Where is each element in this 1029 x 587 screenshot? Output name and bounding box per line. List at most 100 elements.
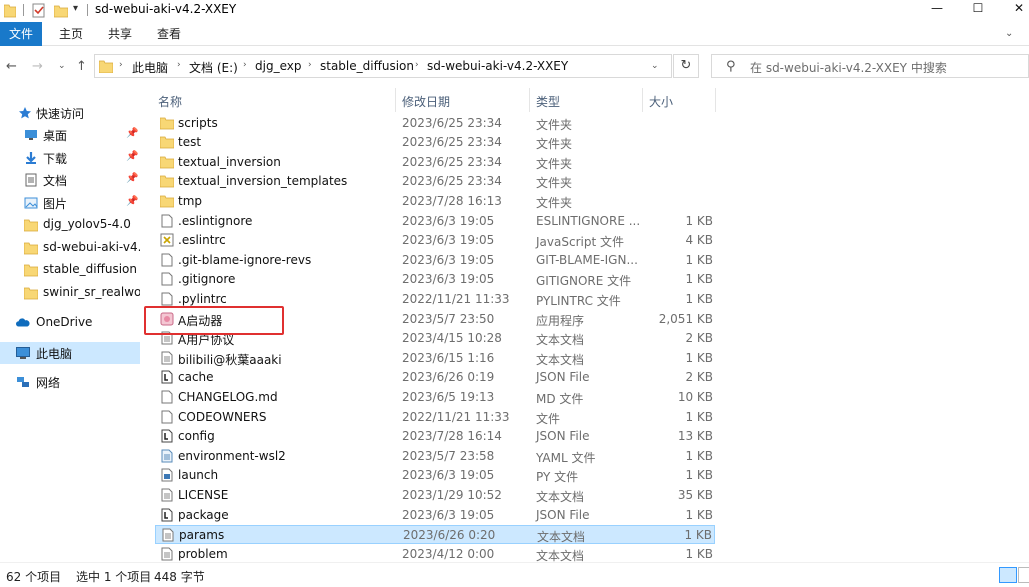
file-name[interactable]: package bbox=[178, 508, 229, 522]
nav-item[interactable]: 图片 📌 bbox=[0, 192, 140, 214]
tab-home[interactable]: 主页 bbox=[59, 22, 83, 46]
details-view-button[interactable] bbox=[999, 567, 1017, 583]
file-row[interactable]: package 2023/6/3 19:05 JSON File 1 KB bbox=[155, 506, 715, 525]
column-divider[interactable] bbox=[715, 88, 716, 112]
back-button[interactable]: ← bbox=[6, 59, 17, 74]
nav-item[interactable]: swinir_sr_realworld bbox=[0, 282, 140, 304]
breadcrumb-drive-e[interactable]: 文档 (E:) bbox=[189, 59, 238, 76]
customize-toolbar-icon[interactable]: ▾ bbox=[73, 3, 78, 14]
file-row[interactable]: config 2023/7/28 16:14 JSON File 13 KB bbox=[155, 427, 715, 446]
nav-item[interactable]: 桌面 📌 bbox=[0, 124, 140, 146]
column-divider[interactable] bbox=[529, 88, 530, 112]
tab-share[interactable]: 共享 bbox=[108, 22, 132, 46]
minimize-button[interactable]: — bbox=[914, 0, 960, 18]
file-name[interactable]: launch bbox=[178, 468, 218, 482]
column-header-name[interactable]: 名称 bbox=[158, 93, 182, 110]
file-row[interactable]: .gitignore 2023/6/3 19:05 GITIGNORE 文件 1 KB bbox=[155, 270, 715, 289]
file-type: ESLINTIGNORE ... bbox=[536, 213, 641, 228]
file-row[interactable]: CODEOWNERS 2022/11/21 11:33 文件 1 KB bbox=[155, 408, 715, 427]
breadcrumb-djg-exp[interactable]: djg_exp bbox=[255, 59, 301, 73]
file-name[interactable]: CODEOWNERS bbox=[178, 410, 266, 424]
breadcrumb-current-folder[interactable]: sd-webui-aki-v4.2-XXEY bbox=[427, 59, 568, 73]
file-name[interactable]: .pylintrc bbox=[178, 292, 227, 306]
pin-icon[interactable]: 📌 bbox=[126, 128, 138, 139]
column-header-size[interactable]: 大小 bbox=[649, 93, 673, 110]
close-button[interactable]: ✕ bbox=[996, 0, 1029, 18]
properties-icon[interactable] bbox=[32, 2, 46, 18]
file-name[interactable]: bilibili@秋葉aaaki bbox=[178, 351, 282, 368]
pin-icon[interactable]: 📌 bbox=[126, 151, 138, 162]
file-name[interactable]: scripts bbox=[178, 116, 218, 130]
column-header-date[interactable]: 修改日期 bbox=[402, 93, 450, 110]
pin-icon[interactable]: 📌 bbox=[126, 173, 138, 184]
nav-this-pc[interactable]: 此电脑 bbox=[0, 342, 140, 364]
breadcrumb-this-pc[interactable]: 此电脑 bbox=[132, 59, 168, 76]
chevron-right-icon[interactable]: › bbox=[415, 60, 419, 70]
file-name[interactable]: .eslintignore bbox=[178, 214, 252, 228]
new-folder-icon[interactable] bbox=[54, 2, 68, 18]
nav-item[interactable]: 文档 📌 bbox=[0, 169, 140, 191]
file-name[interactable]: .git-blame-ignore-revs bbox=[178, 253, 311, 267]
chevron-right-icon[interactable]: › bbox=[177, 60, 181, 70]
up-button[interactable]: ↑ bbox=[76, 59, 87, 74]
file-name[interactable]: CHANGELOG.md bbox=[178, 390, 278, 404]
file-name[interactable]: tmp bbox=[178, 194, 202, 208]
nav-item[interactable]: djg_yolov5-4.0 bbox=[0, 214, 140, 236]
refresh-button[interactable]: ↻ bbox=[673, 54, 699, 78]
file-name[interactable]: .eslintrc bbox=[178, 233, 226, 247]
nav-network[interactable]: 网络 bbox=[0, 371, 140, 393]
file-row[interactable]: .eslintrc 2023/6/3 19:05 JavaScript 文件 4 KB bbox=[155, 231, 715, 250]
maximize-button[interactable]: ☐ bbox=[955, 0, 1001, 18]
file-row[interactable]: .git-blame-ignore-revs 2023/6/3 19:05 GIT-… bbox=[155, 251, 715, 270]
file-row[interactable]: tmp 2023/7/28 16:13 文件夹 bbox=[155, 192, 715, 211]
tab-view[interactable]: 查看 bbox=[157, 22, 181, 46]
tab-file[interactable]: 文件 bbox=[0, 22, 42, 46]
file-name[interactable]: config bbox=[178, 429, 215, 443]
nav-item[interactable]: stable_diffusion bbox=[0, 259, 140, 281]
file-row[interactable]: scripts 2023/6/25 23:34 文件夹 bbox=[155, 114, 715, 133]
forward-button[interactable]: → bbox=[32, 59, 43, 74]
file-name[interactable]: test bbox=[178, 135, 201, 149]
chevron-right-icon[interactable]: › bbox=[308, 60, 312, 70]
column-divider[interactable] bbox=[395, 88, 396, 112]
file-row[interactable]: problem 2023/4/12 0:00 文本文档 1 KB bbox=[155, 545, 715, 562]
pin-icon[interactable]: 📌 bbox=[126, 196, 138, 207]
file-name[interactable]: LICENSE bbox=[178, 488, 228, 502]
file-name[interactable]: cache bbox=[178, 370, 214, 384]
file-name[interactable]: params bbox=[179, 528, 224, 542]
file-size: 2 KB bbox=[685, 331, 713, 346]
address-dropdown-icon[interactable]: ⌄ bbox=[651, 61, 659, 71]
large-icons-view-button[interactable] bbox=[1018, 567, 1029, 583]
column-header-type[interactable]: 类型 bbox=[536, 93, 560, 110]
nav-onedrive[interactable]: OneDrive bbox=[0, 312, 140, 334]
file-row[interactable]: textual_inversion_templates 2023/6/25 23:… bbox=[155, 172, 715, 191]
column-divider[interactable] bbox=[642, 88, 643, 112]
expand-ribbon-icon[interactable]: ⌄ bbox=[1005, 28, 1013, 39]
nav-item[interactable]: sd-webui-aki-v4.2 bbox=[0, 237, 140, 259]
file-name[interactable]: .gitignore bbox=[178, 272, 235, 286]
file-type: 文件夹 bbox=[536, 176, 573, 191]
file-row[interactable]: bilibili@秋葉aaaki 2023/6/15 1:16 文本文档 1 KB bbox=[155, 349, 715, 368]
nav-quick-access[interactable]: 快速访问 bbox=[0, 102, 140, 124]
search-box[interactable]: ⚲ 在 sd-webui-aki-v4.2-XXEY 中搜索 bbox=[711, 54, 1029, 78]
breadcrumb-stable-diffusion[interactable]: stable_diffusion bbox=[320, 59, 414, 73]
file-row[interactable]: LICENSE 2023/1/29 10:52 文本文档 35 KB bbox=[155, 486, 715, 505]
chevron-right-icon[interactable]: › bbox=[243, 60, 247, 70]
file-name[interactable]: environment-wsl2 bbox=[178, 449, 286, 463]
chevron-right-icon[interactable]: › bbox=[119, 60, 123, 70]
nav-item[interactable]: 下载 📌 bbox=[0, 147, 140, 169]
file-row[interactable]: launch 2023/6/3 19:05 PY 文件 1 KB bbox=[155, 466, 715, 485]
recent-locations-icon[interactable]: ⌄ bbox=[58, 61, 66, 71]
file-row[interactable]: cache 2023/6/26 0:19 JSON File 2 KB bbox=[155, 368, 715, 387]
file-row[interactable]: environment-wsl2 2023/5/7 23:58 YAML 文件 1 K… bbox=[155, 447, 715, 466]
file-row[interactable]: CHANGELOG.md 2023/6/5 19:13 MD 文件 10 KB bbox=[155, 388, 715, 407]
file-name[interactable]: textual_inversion bbox=[178, 155, 281, 169]
file-row[interactable]: test 2023/6/25 23:34 文件夹 bbox=[155, 133, 715, 152]
file-row[interactable]: textual_inversion 2023/6/25 23:34 文件夹 bbox=[155, 153, 715, 172]
file-row[interactable]: params 2023/6/26 0:20 文本文档 1 KB bbox=[155, 525, 715, 545]
address-bar[interactable]: › 此电脑 › 文档 (E:) › djg_exp › stable_diffu… bbox=[94, 54, 672, 78]
file-name[interactable]: textual_inversion_templates bbox=[178, 174, 347, 188]
file-name[interactable]: problem bbox=[178, 547, 228, 561]
file-row[interactable]: .eslintignore 2023/6/3 19:05 ESLINTIGNORE … bbox=[155, 212, 715, 231]
search-input[interactable]: 在 sd-webui-aki-v4.2-XXEY 中搜索 bbox=[750, 59, 947, 76]
